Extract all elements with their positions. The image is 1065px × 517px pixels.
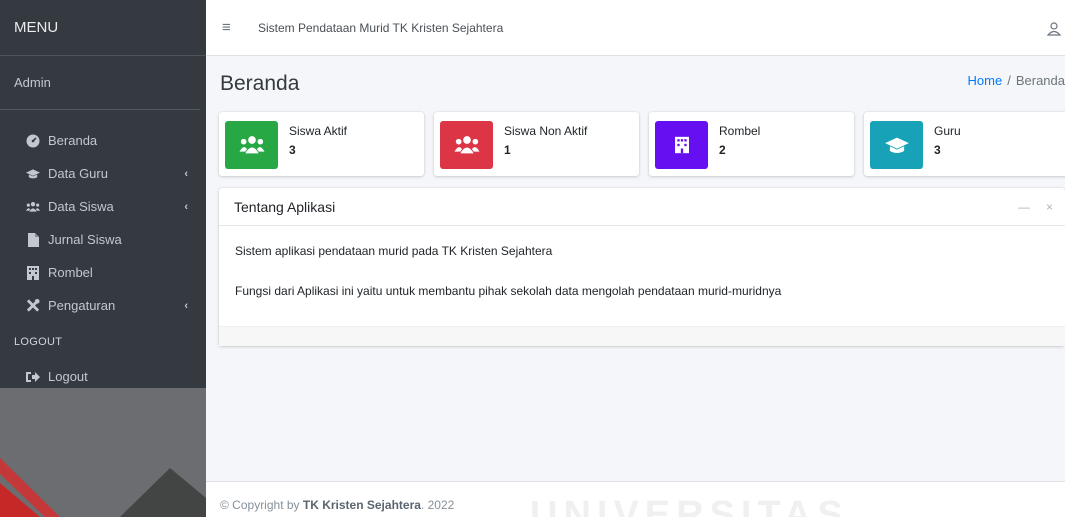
sidebar-item-label: Pengaturan — [48, 298, 116, 313]
info-box-value: 2 — [719, 143, 726, 157]
breadcrumb-home-link[interactable]: Home — [968, 73, 1003, 88]
dashboard-icon — [26, 134, 40, 148]
content-header: Beranda Home / Beranda — [206, 56, 1065, 112]
card-footer — [219, 326, 1065, 346]
users-icon — [454, 136, 479, 154]
sidebar-nav: Beranda Data Guru ‹ Data Siswa ‹ Jurnal … — [0, 110, 206, 322]
info-box-value: 1 — [504, 143, 511, 157]
info-box-rombel[interactable]: Rombel 2 — [649, 112, 854, 176]
graduation-cap-icon — [884, 137, 909, 153]
sidebar-user[interactable]: Admin — [0, 56, 200, 110]
user-icon[interactable] — [1046, 22, 1065, 36]
menu-toggle-icon[interactable]: ≡ — [222, 19, 240, 36]
sidebar-item-label: Rombel — [48, 265, 93, 280]
users-icon — [239, 136, 264, 154]
about-text-2: Fungsi dari Aplikasi ini yaitu untuk mem… — [235, 284, 782, 298]
info-box-icon — [225, 121, 278, 169]
users-icon — [26, 200, 40, 214]
sidebar: MENU Admin Beranda Data Guru ‹ Data Sisw… — [0, 0, 206, 517]
page-title: Beranda — [220, 72, 300, 95]
about-text-1: Sistem aplikasi pendataan murid pada TK … — [235, 244, 553, 258]
minimize-icon[interactable]: — — [1018, 200, 1030, 214]
info-box-label: Guru — [934, 124, 961, 138]
logout-section-header: LOGOUT — [14, 336, 63, 348]
watermark-logo — [0, 388, 206, 517]
sidebar-item-data-guru[interactable]: Data Guru ‹ — [0, 157, 206, 190]
sidebar-item-beranda[interactable]: Beranda — [0, 124, 206, 157]
info-box-icon — [655, 121, 708, 169]
card-header: Tentang Aplikasi — × — [219, 188, 1065, 226]
info-box-icon — [440, 121, 493, 169]
sidebar-brand[interactable]: MENU — [0, 0, 206, 56]
sidebar-item-label: Data Siswa — [48, 199, 114, 214]
building-icon — [26, 265, 40, 280]
watermark-text: UNIVERSITAS — [530, 494, 849, 517]
chevron-left-icon: ‹ — [184, 200, 188, 213]
copyright-brand[interactable]: TK Kristen Sejahtera — [303, 498, 421, 512]
copyright-suffix: . 2022 — [420, 498, 455, 512]
top-navbar: ≡ Sistem Pendataan Murid TK Kristen Seja… — [206, 0, 1065, 56]
breadcrumb: Home / Beranda — [968, 73, 1065, 88]
info-box-guru[interactable]: Guru 3 — [864, 112, 1065, 176]
graduation-cap-icon — [26, 167, 40, 181]
info-box-value: 3 — [934, 143, 941, 157]
sidebar-item-rombel[interactable]: Rombel — [0, 256, 206, 289]
copyright-prefix: © Copyright by — [220, 498, 303, 512]
breadcrumb-current: Beranda — [1015, 73, 1065, 88]
logout-label: Logout — [48, 369, 88, 384]
info-box-siswa-non-aktif[interactable]: Siswa Non Aktif 1 — [434, 112, 639, 176]
breadcrumb-separator: / — [1007, 73, 1011, 88]
file-icon — [26, 232, 40, 247]
info-box-label: Rombel — [719, 124, 761, 138]
about-card: Tentang Aplikasi — × Sistem aplikasi pen… — [219, 188, 1065, 346]
card-tools: — × — [1018, 200, 1053, 214]
sidebar-item-label: Jurnal Siswa — [48, 232, 122, 247]
card-title: Tentang Aplikasi — [234, 198, 336, 215]
sign-out-icon — [26, 370, 40, 384]
info-box-siswa-aktif[interactable]: Siswa Aktif 3 — [219, 112, 424, 176]
info-box-label: Siswa Non Aktif — [504, 124, 588, 138]
tools-icon — [26, 298, 40, 313]
sidebar-item-jurnal-siswa[interactable]: Jurnal Siswa — [0, 223, 206, 256]
sidebar-item-pengaturan[interactable]: Pengaturan ‹ — [0, 289, 206, 322]
chevron-left-icon: ‹ — [184, 299, 188, 312]
chevron-left-icon: ‹ — [184, 167, 188, 180]
sidebar-item-label: Beranda — [48, 133, 98, 148]
sidebar-item-label: Data Guru — [48, 166, 108, 181]
info-box-value: 3 — [289, 143, 296, 157]
info-box-label: Siswa Aktif — [289, 124, 348, 138]
card-body: Sistem aplikasi pendataan murid pada TK … — [219, 226, 1065, 298]
app-title: Sistem Pendataan Murid TK Kristen Sejaht… — [258, 20, 504, 35]
sidebar-item-data-siswa[interactable]: Data Siswa ‹ — [0, 190, 206, 223]
close-icon[interactable]: × — [1046, 200, 1053, 214]
building-icon — [674, 136, 689, 154]
info-box-icon — [870, 121, 923, 169]
